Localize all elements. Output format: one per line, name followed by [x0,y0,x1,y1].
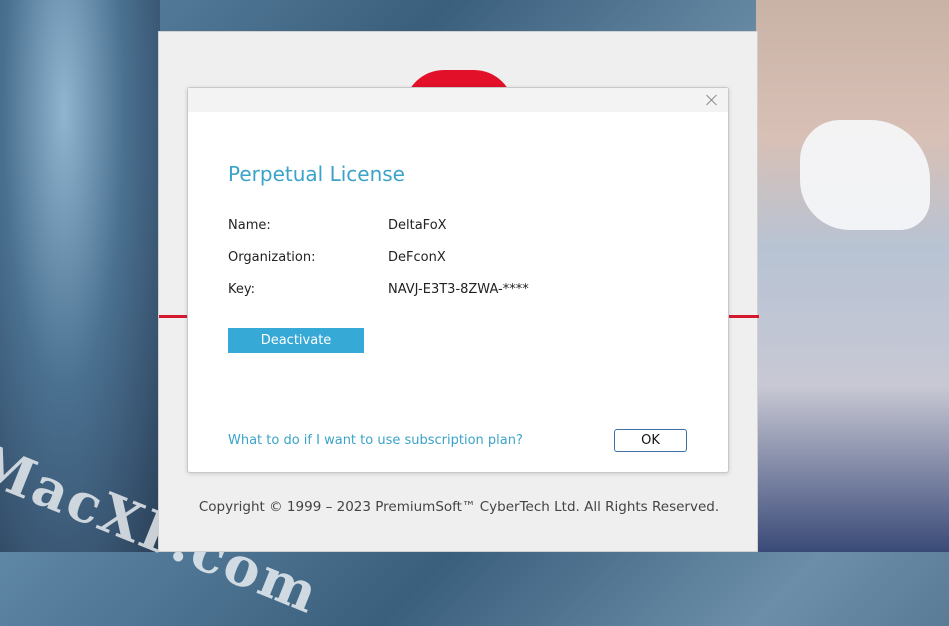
deactivate-button[interactable]: Deactivate [228,328,364,353]
organization-value: DeFconX [388,250,446,265]
subscription-plan-link[interactable]: What to do if I want to use subscription… [228,433,523,448]
key-value: NAVJ-E3T3-8ZWA-**** [388,282,529,297]
wallpaper-glove [800,120,930,230]
license-dialog: Perpetual License Name: DeltaFoX Organiz… [187,87,729,473]
key-label: Key: [228,282,256,297]
organization-label: Organization: [228,250,316,265]
close-icon[interactable] [703,91,721,109]
desktop-wallpaper-right [756,0,949,552]
red-rule-right [727,315,759,318]
ok-button[interactable]: OK [614,429,687,452]
copyright-text: Copyright © 1999 – 2023 PremiumSoft™ Cyb… [198,499,720,515]
dialog-title: Perpetual License [228,162,405,186]
name-label: Name: [228,218,271,233]
name-value: DeltaFoX [388,218,447,233]
dialog-titlebar [188,88,728,112]
